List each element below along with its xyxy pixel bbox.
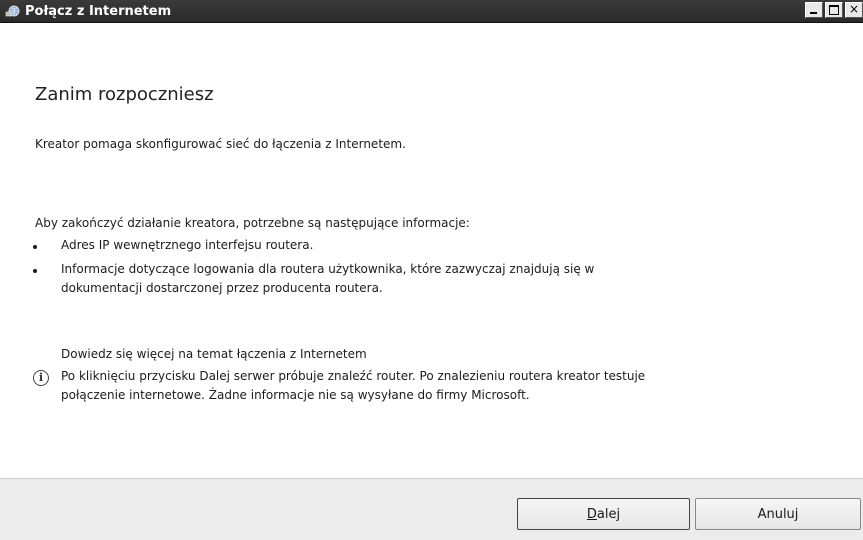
close-button[interactable]: × (845, 2, 863, 18)
info-text-line2: połączenie internetowe. Żadne informacje… (61, 388, 530, 402)
list-item: Informacje dotyczące logowania dla route… (61, 262, 595, 276)
list-item-continuation: dokumentacji dostarczonej przez producen… (61, 281, 383, 295)
requirements-intro: Aby zakończyć działanie kreatora, potrze… (35, 216, 470, 230)
info-text-line1: Po kliknięciu przycisku Dalej serwer pró… (61, 369, 646, 383)
list-item: Adres IP wewnętrznego interfejsu routera… (61, 238, 314, 252)
page-heading: Zanim rozpoczniesz (35, 84, 214, 105)
window-title: Połącz z Internetem (25, 3, 172, 19)
next-mnemonic: D (586, 506, 597, 522)
next-label: alej (596, 506, 621, 522)
info-icon: i (33, 370, 49, 386)
window-controls: × (803, 2, 863, 18)
minimize-button[interactable] (805, 2, 823, 18)
intro-text: Kreator pomaga skonfigurować sieć do łąc… (35, 137, 406, 151)
maximize-button[interactable] (825, 2, 843, 18)
network-icon (5, 5, 20, 17)
cancel-button[interactable]: Anuluj (695, 498, 861, 530)
bullet-icon (33, 269, 37, 273)
next-button[interactable]: Dalej (517, 498, 690, 530)
bullet-icon (33, 245, 37, 249)
learn-more-link[interactable]: Dowiedz się więcej na temat łączenia z I… (61, 347, 367, 361)
title-bar[interactable]: Połącz z Internetem × (0, 0, 863, 23)
